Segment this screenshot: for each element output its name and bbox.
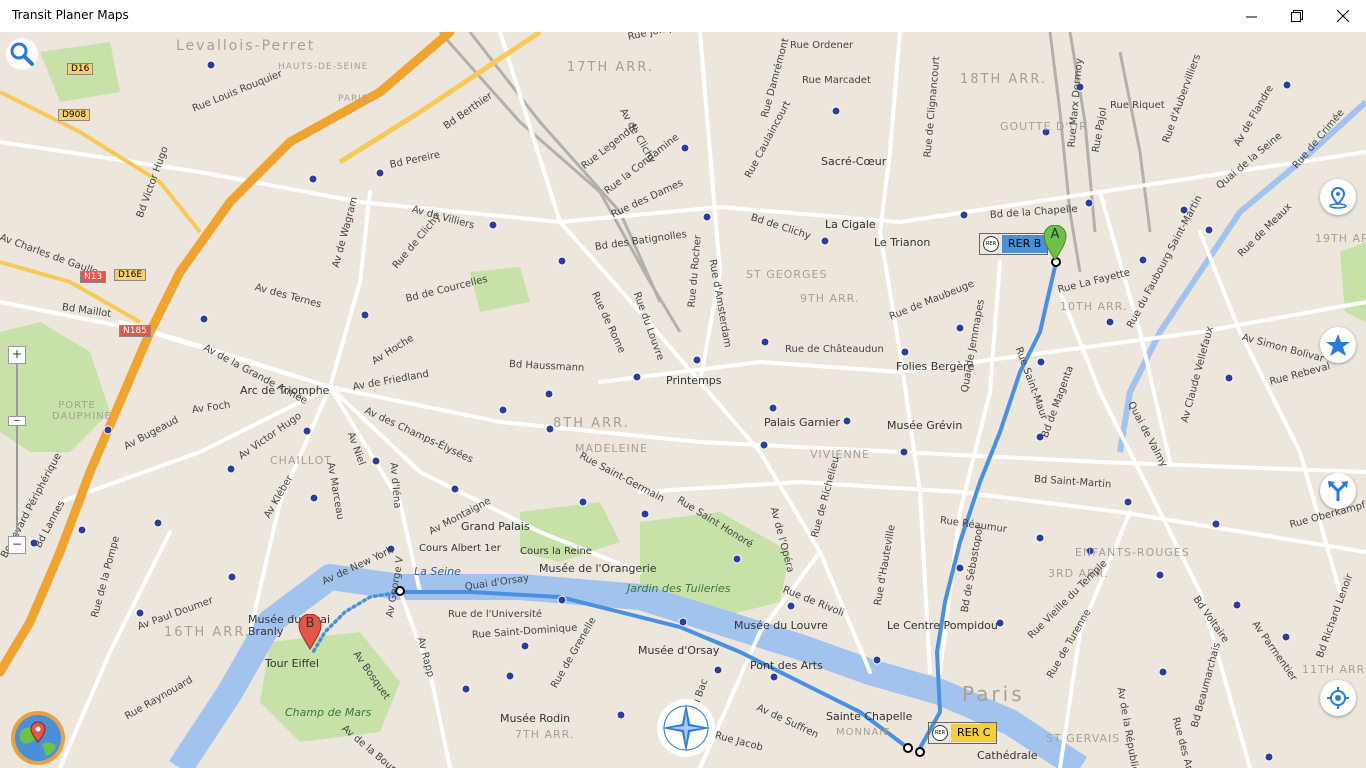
district-label: ST GEORGES xyxy=(746,268,828,281)
district-label: 18TH ARR. xyxy=(960,72,1048,87)
rer-logo-icon: RER xyxy=(983,236,999,252)
marker-letter: A xyxy=(1050,227,1060,242)
road-badge: D908 xyxy=(58,109,91,121)
place-label[interactable]: Musée Grévin xyxy=(887,419,962,432)
minimize-icon xyxy=(1245,16,1257,17)
my-location-button[interactable] xyxy=(1320,680,1356,716)
district-label: Levallois-Perret xyxy=(176,38,316,54)
globe-button[interactable] xyxy=(10,710,66,766)
district-label: 16TH ARR. xyxy=(164,625,252,640)
crosshair-icon xyxy=(1327,687,1349,709)
zoom-track[interactable] xyxy=(16,426,18,536)
rer-b-label[interactable]: RER RER B xyxy=(979,233,1049,255)
city-label: Paris xyxy=(962,682,1025,706)
river-label: La Seine xyxy=(414,565,461,578)
rer-c-label[interactable]: RER RER C xyxy=(928,722,998,744)
district-label: 11TH ARR. xyxy=(1302,663,1366,676)
place-label[interactable]: Sacré-Cœur xyxy=(821,155,886,168)
district-label: PARIS xyxy=(338,94,369,104)
zoom-in-button[interactable]: + xyxy=(8,346,26,364)
app-title: Transit Planer Maps xyxy=(12,8,129,22)
rer-line-name: RER B xyxy=(1002,235,1048,253)
rer-logo-icon: RER xyxy=(932,725,948,741)
compass-icon xyxy=(657,699,715,757)
place-label[interactable]: Musée d'Orsay xyxy=(638,644,719,657)
globe-icon xyxy=(11,711,65,765)
favorites-button[interactable] xyxy=(1320,327,1356,363)
directions-button[interactable] xyxy=(1320,473,1356,509)
place-label[interactable]: Sainte Chapelle xyxy=(826,710,912,723)
place-label[interactable]: Palais Garnier xyxy=(764,416,840,429)
place-label[interactable]: Musée de l'Orangerie xyxy=(539,562,657,575)
district-label: 10TH ARR. xyxy=(1060,300,1128,313)
directions-icon xyxy=(1328,481,1348,501)
zoom-slider-handle[interactable]: – xyxy=(8,414,26,426)
place-label[interactable]: Musée Rodin xyxy=(500,712,570,725)
location-pin-icon xyxy=(1329,186,1347,209)
district-label: PORTE DAUPHINE xyxy=(52,400,112,422)
place-label[interactable]: Grand Palais xyxy=(461,520,530,533)
map-base xyxy=(0,32,1366,768)
zoom-control: + – − xyxy=(8,346,26,554)
district-label: CHAILLOT xyxy=(270,454,332,467)
place-label[interactable]: Le Trianon xyxy=(874,236,930,249)
zoom-out-button[interactable]: − xyxy=(8,536,26,554)
place-label[interactable]: La Cigale xyxy=(825,218,876,231)
search-icon xyxy=(6,38,38,70)
close-button[interactable] xyxy=(1320,0,1366,32)
search-button[interactable] xyxy=(4,36,40,72)
road-badge: N13 xyxy=(80,271,107,283)
park-label: Jardin des Tuileries xyxy=(627,582,731,595)
district-label: HAUTS-DE-SEINE xyxy=(278,62,369,72)
rer-line-name: RER C xyxy=(951,724,997,742)
minimize-button[interactable] xyxy=(1228,0,1274,32)
district-label: 19TH ARR xyxy=(1315,232,1366,245)
restore-icon xyxy=(1291,10,1303,22)
place-label[interactable]: Musée du Louvre xyxy=(734,619,828,632)
place-label: Cours la Reine xyxy=(520,546,592,557)
start-marker[interactable]: A xyxy=(1043,224,1067,261)
district-label: 17TH ARR. xyxy=(567,60,655,75)
district-label: ST GERVAIS xyxy=(1046,732,1121,745)
street-label: Rue Marcadet xyxy=(802,75,871,86)
compass-button[interactable] xyxy=(656,698,716,758)
place-label[interactable]: Tour Eiffel xyxy=(265,657,319,670)
street-label: Rue de Châteaudun xyxy=(785,344,884,355)
street-label: Rue Ordener xyxy=(790,40,854,51)
location-pin-button[interactable] xyxy=(1320,179,1356,215)
title-bar: Transit Planer Maps xyxy=(0,0,1366,32)
district-label: ENFANTS-ROUGES xyxy=(1075,546,1190,559)
district-label: 8TH ARR. xyxy=(553,416,630,431)
street-label: Rue Riquet xyxy=(1110,100,1165,111)
street-label: Rue de l'Université xyxy=(448,609,543,620)
road-badge: D16 xyxy=(67,63,94,75)
star-icon xyxy=(1326,334,1350,356)
park-label: Champ de Mars xyxy=(285,706,372,719)
district-label: MONNAIE xyxy=(836,727,891,738)
place-label[interactable]: Pont des Arts xyxy=(750,659,823,672)
close-icon xyxy=(1337,10,1349,22)
road-badge: N185 xyxy=(119,325,151,337)
place-label[interactable]: Cathédrale xyxy=(977,749,1038,762)
district-label: 9TH ARR. xyxy=(800,292,860,305)
route-line xyxy=(918,260,1058,750)
place-label[interactable]: Printemps xyxy=(666,374,722,387)
place-label[interactable]: Le Centre Pompidou xyxy=(887,619,998,632)
streets xyxy=(0,32,1366,768)
map-canvas[interactable]: Levallois-Perret 17TH ARR. 18TH ARR. GOU… xyxy=(0,32,1366,768)
road-badge: D16E xyxy=(114,269,147,281)
marker-letter: B xyxy=(305,616,315,631)
district-label: 7TH ARR. xyxy=(515,728,575,741)
end-marker[interactable]: B xyxy=(298,613,322,650)
restore-button[interactable] xyxy=(1274,0,1320,32)
place-label: Cours Albert 1er xyxy=(419,543,501,554)
zoom-track[interactable] xyxy=(16,364,18,416)
